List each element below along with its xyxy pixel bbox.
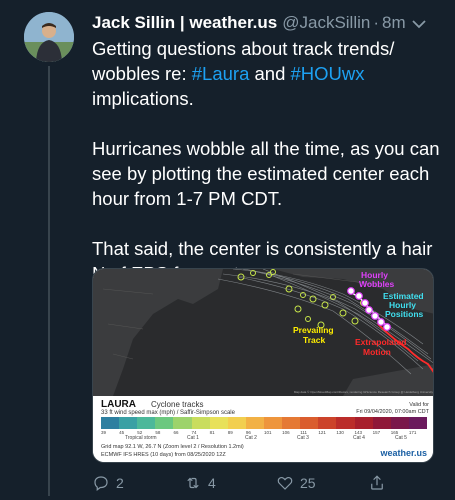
like-button[interactable]: 25 [276, 474, 316, 492]
scale-swatch [209, 417, 228, 429]
scale-value: 130 [336, 430, 344, 435]
legend-subtitle: 33 ft wind speed max (mph) / Saffir-Simp… [101, 410, 235, 416]
scale-swatch [354, 417, 373, 429]
scale-value: 81 [209, 430, 215, 435]
map-legend: LAURA Cyclone tracks 33 ft wind speed ma… [93, 396, 433, 462]
scale-value: 89 [227, 430, 233, 435]
svg-text:Positions: Positions [385, 309, 424, 319]
weather-us-logo: weather.us [380, 448, 427, 458]
avatar[interactable] [24, 12, 74, 62]
display-name[interactable]: Jack Sillin | weather.us [92, 13, 277, 33]
valid-time: Valid for Fri 09/04/2020, 07:00am CDT [356, 402, 429, 415]
retweet-button[interactable]: 4 [184, 474, 216, 492]
thread-line [48, 66, 50, 496]
hashtag-houwx[interactable]: #HOUwx [291, 63, 365, 84]
reply-button[interactable]: 2 [92, 474, 124, 492]
scale-swatch [119, 417, 138, 429]
tweet-header: Jack Sillin | weather.us @JackSillin · 8… [92, 12, 447, 34]
product-name: Cyclone tracks [151, 400, 204, 409]
svg-text:Motion: Motion [363, 347, 391, 357]
scale-swatch [191, 417, 210, 429]
scale-swatch [227, 417, 246, 429]
scale-swatch [318, 417, 337, 429]
svg-text:Wobbles: Wobbles [359, 279, 395, 289]
tweet-image[interactable]: Hourly Wobbles Estimated Hourly Position… [92, 268, 434, 463]
scale-swatch [173, 417, 192, 429]
chevron-down-icon[interactable] [409, 14, 429, 34]
legend-footer-grid: Grid map 92.1 W, 26.7 N (Zoom level 2 / … [101, 444, 244, 450]
scale-swatch [336, 417, 355, 429]
retweet-count: 4 [208, 475, 216, 491]
scale-swatch [101, 417, 120, 429]
scale-value: 157 [372, 430, 381, 435]
reply-count: 2 [116, 475, 124, 491]
scale-swatch [300, 417, 319, 429]
share-button[interactable] [368, 474, 392, 492]
scale-value: 101 [263, 430, 272, 435]
hashtag-laura[interactable]: #Laura [192, 63, 250, 84]
cyclone-track-map: Hourly Wobbles Estimated Hourly Position… [93, 269, 434, 396]
separator: · [373, 13, 380, 32]
tweet-actions: 2 4 25 [92, 474, 392, 492]
timestamp[interactable]: 8m [382, 13, 406, 33]
scale-value: 39 [101, 430, 107, 435]
user-handle[interactable]: @JackSillin [282, 13, 370, 33]
scale-swatch [390, 417, 409, 429]
heart-icon [277, 477, 293, 490]
legend-footer-model: ECMWF IFS HRES (10 days) from 08/25/2020… [101, 452, 226, 458]
avatar-photo [24, 12, 74, 62]
svg-text:Map data © OpenStreetMap contr: Map data © OpenStreetMap contributors, r… [294, 390, 434, 394]
scale-swatch [372, 417, 391, 429]
scale-value: 171 [408, 430, 417, 435]
scale-swatch [408, 417, 427, 429]
storm-name: LAURA [101, 399, 136, 410]
share-icon [371, 475, 383, 490]
tweet-paragraph: Hurricanes wobble all the time, as you c… [92, 138, 440, 209]
scale-swatch [137, 417, 156, 429]
svg-text:Extrapolated: Extrapolated [355, 337, 407, 347]
svg-text:Track: Track [303, 335, 325, 345]
svg-text:Prevailing: Prevailing [293, 325, 334, 335]
scale-value: 58 [155, 430, 161, 435]
tweet-paragraph: Getting questions about track trends/ wo… [92, 38, 395, 109]
saffir-simpson-scale [101, 417, 427, 429]
scale-swatch [245, 417, 264, 429]
scale-value: 121 [318, 430, 326, 435]
reply-icon [94, 476, 108, 491]
retweet-icon [187, 477, 199, 489]
scale-swatch [155, 417, 174, 429]
scale-swatch [282, 417, 301, 429]
scale-swatch [263, 417, 283, 429]
like-count: 25 [300, 475, 316, 491]
